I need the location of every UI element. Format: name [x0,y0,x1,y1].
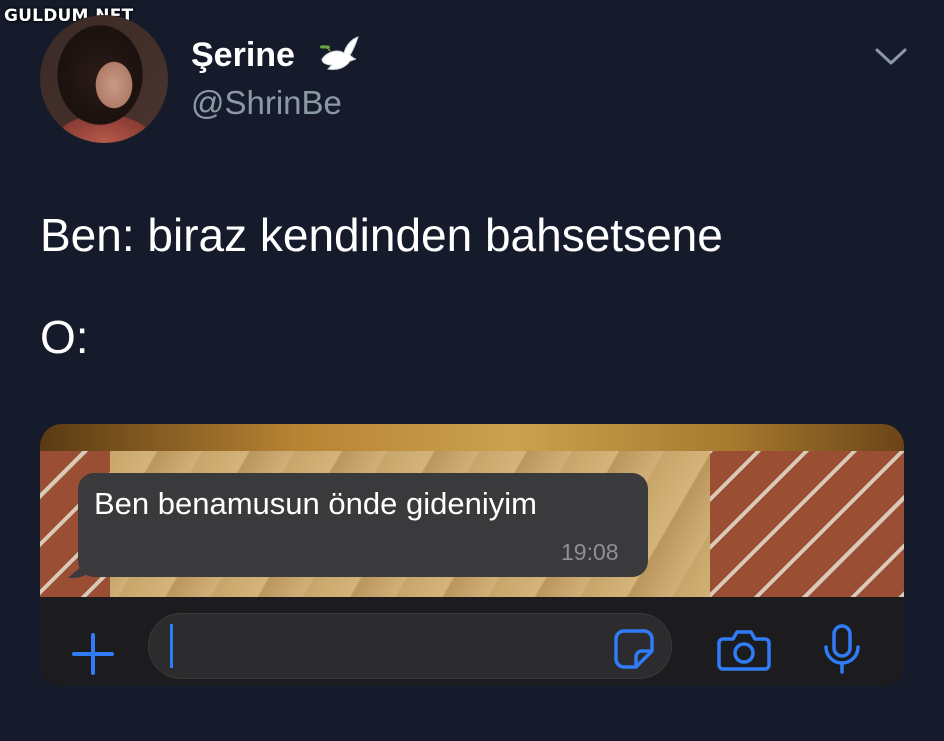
tweet-media-screenshot[interactable]: Ben benamusun önde gideniyim 19:08 [40,424,904,686]
user-handle[interactable]: @ShrinBe [191,84,342,122]
tweet-text-line-1: Ben: biraz kendinden bahsetsene [40,209,723,261]
dove-icon [319,36,359,70]
message-time: 19:08 [561,539,619,565]
sticker-icon[interactable] [612,627,656,671]
microphone-icon[interactable] [822,623,862,675]
chevron-down-icon[interactable] [874,44,908,68]
plus-icon[interactable] [70,631,116,677]
display-name[interactable]: Şerine [191,36,295,75]
avatar[interactable] [40,15,168,143]
camera-icon[interactable] [717,627,771,671]
blurred-header-strip [40,424,904,451]
tweet-text-line-2: O: [40,311,89,363]
message-input[interactable] [148,613,672,679]
message-text: Ben benamusun önde gideniyim [94,486,537,521]
text-cursor [170,624,173,668]
